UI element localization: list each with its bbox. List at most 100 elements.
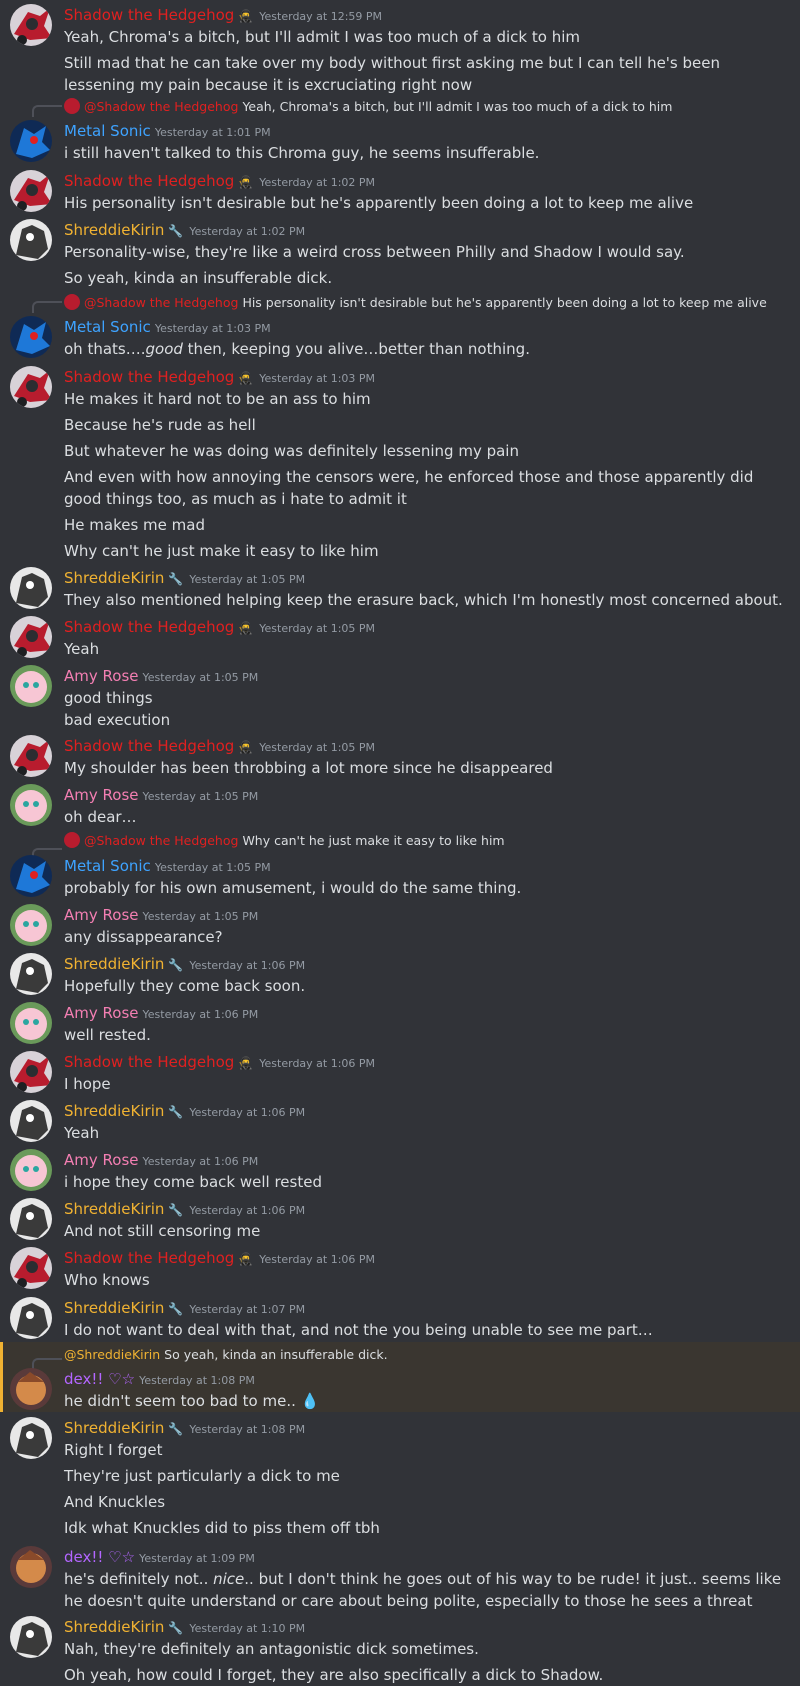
reply-mention[interactable]: @ShreddieKirin [64, 1347, 160, 1362]
reply-text: Why can't he just make it easy to like h… [242, 833, 505, 848]
username[interactable]: ShreddieKirin [64, 221, 164, 239]
timestamp: Yesterday at 1:02 PM [189, 225, 306, 238]
reply-avatar [64, 98, 80, 114]
avatar-amy[interactable] [10, 665, 52, 707]
username[interactable]: dex!! ♡☆ [64, 1370, 135, 1388]
avatar-shreddie[interactable] [10, 953, 52, 995]
avatar-metal-sonic[interactable] [10, 855, 52, 897]
avatar-shreddie[interactable] [10, 567, 52, 609]
reply-preview[interactable]: @Shadow the Hedgehog His personality isn'… [64, 294, 767, 312]
timestamp: Yesterday at 1:05 PM [259, 622, 376, 635]
reply-preview[interactable]: @ShreddieKirin So yeah, kinda an insuffer… [64, 1346, 388, 1364]
username[interactable]: Amy Rose [64, 786, 139, 804]
timestamp: Yesterday at 1:06 PM [259, 1057, 376, 1070]
timestamp: Yesterday at 1:05 PM [142, 910, 259, 923]
avatar-metal-sonic[interactable] [10, 120, 52, 162]
avatar-shadow[interactable] [10, 1247, 52, 1289]
timestamp: Yesterday at 1:03 PM [154, 322, 271, 335]
username[interactable]: Metal Sonic [64, 318, 151, 336]
message-text: Who knows [64, 1271, 150, 1289]
username[interactable]: ShreddieKirin [64, 1200, 164, 1218]
avatar-shadow[interactable] [10, 366, 52, 408]
avatar-amy[interactable] [10, 1002, 52, 1044]
avatar-shreddie[interactable] [10, 219, 52, 261]
avatar-shreddie[interactable] [10, 1417, 52, 1459]
timestamp: Yesterday at 1:06 PM [259, 1253, 376, 1266]
username[interactable]: Shadow the Hedgehog [64, 368, 234, 386]
username[interactable]: Shadow the Hedgehog [64, 1053, 234, 1071]
timestamp: Yesterday at 1:05 PM [142, 671, 259, 684]
avatar-dex[interactable] [10, 1546, 52, 1588]
timestamp: Yesterday at 1:08 PM [189, 1423, 306, 1436]
badge-face-icon: 🥷 [238, 1252, 254, 1266]
timestamp: Yesterday at 1:06 PM [142, 1008, 259, 1021]
timestamp: Yesterday at 1:03 PM [259, 372, 376, 385]
timestamp: Yesterday at 1:10 PM [189, 1622, 306, 1635]
username[interactable]: ShreddieKirin [64, 955, 164, 973]
avatar-dex[interactable] [10, 1368, 52, 1410]
message-text: Because he's rude as hell [64, 416, 256, 434]
avatar-amy[interactable] [10, 904, 52, 946]
username[interactable]: Metal Sonic [64, 122, 151, 140]
avatar-shadow[interactable] [10, 170, 52, 212]
avatar-shreddie[interactable] [10, 1100, 52, 1142]
badge-face-icon: 🥷 [238, 740, 254, 754]
username[interactable]: Metal Sonic [64, 857, 151, 875]
wrench-icon: 🔧 [168, 1621, 184, 1635]
reply-avatar [64, 832, 80, 848]
message-text: i still haven't talked to this Chroma gu… [64, 144, 540, 162]
username[interactable]: ShreddieKirin [64, 569, 164, 587]
username[interactable]: Amy Rose [64, 1151, 139, 1169]
avatar-shreddie[interactable] [10, 1616, 52, 1658]
avatar-shreddie[interactable] [10, 1297, 52, 1339]
avatar-shadow[interactable] [10, 735, 52, 777]
username[interactable]: Shadow the Hedgehog [64, 6, 234, 24]
username[interactable]: Shadow the Hedgehog [64, 618, 234, 636]
message-text: bad execution [64, 711, 171, 729]
badge-face-icon: 🥷 [238, 371, 254, 385]
message-text: Nah, they're definitely an antagonistic … [64, 1640, 479, 1658]
username[interactable]: Amy Rose [64, 906, 139, 924]
avatar-shadow[interactable] [10, 1051, 52, 1093]
username[interactable]: Shadow the Hedgehog [64, 737, 234, 755]
username[interactable]: ShreddieKirin [64, 1299, 164, 1317]
reply-preview[interactable]: @Shadow the Hedgehog Yeah, Chroma's a bit… [64, 98, 672, 116]
message-text: he didn't seem too bad to me.. 💧 [64, 1392, 320, 1410]
avatar-shadow[interactable] [10, 616, 52, 658]
username[interactable]: dex!! ♡☆ [64, 1548, 135, 1566]
timestamp: Yesterday at 1:05 PM [189, 573, 306, 586]
reply-mention[interactable]: @Shadow the Hedgehog [84, 295, 238, 310]
timestamp: Yesterday at 1:06 PM [189, 1204, 306, 1217]
avatar-shadow[interactable] [10, 4, 52, 46]
message-text: Yeah, Chroma's a bitch, but I'll admit I… [64, 28, 580, 46]
avatar-amy[interactable] [10, 784, 52, 826]
username[interactable]: ShreddieKirin [64, 1419, 164, 1437]
timestamp: Yesterday at 1:06 PM [189, 959, 306, 972]
reply-preview[interactable]: @Shadow the Hedgehog Why can't he just ma… [64, 832, 505, 850]
username[interactable]: Amy Rose [64, 1004, 139, 1022]
reply-text: His personality isn't desirable but he's… [242, 295, 767, 310]
message-text: Oh yeah, how could I forget, they are al… [64, 1666, 604, 1684]
message-text: Yeah [64, 640, 100, 658]
message-text: They're just particularly a dick to me [64, 1467, 340, 1485]
message-text: well rested. [64, 1026, 151, 1044]
avatar-shreddie[interactable] [10, 1198, 52, 1240]
timestamp: Yesterday at 1:01 PM [154, 126, 271, 139]
avatar-metal-sonic[interactable] [10, 316, 52, 358]
username[interactable]: ShreddieKirin [64, 1618, 164, 1636]
message-text: good things [64, 689, 153, 707]
username[interactable]: Shadow the Hedgehog [64, 172, 234, 190]
username[interactable]: Amy Rose [64, 667, 139, 685]
avatar-amy[interactable] [10, 1149, 52, 1191]
wrench-icon: 🔧 [168, 958, 184, 972]
badge-face-icon: 🥷 [238, 621, 254, 635]
reply-mention[interactable]: @Shadow the Hedgehog [84, 833, 238, 848]
timestamp: Yesterday at 1:06 PM [189, 1106, 306, 1119]
reply-mention[interactable]: @Shadow the Hedgehog [84, 99, 238, 114]
message-text: And even with how annoying the censors w… [64, 468, 754, 508]
timestamp: Yesterday at 1:05 PM [142, 790, 259, 803]
username[interactable]: ShreddieKirin [64, 1102, 164, 1120]
username[interactable]: Shadow the Hedgehog [64, 1249, 234, 1267]
wrench-icon: 🔧 [168, 572, 184, 586]
message-text: probably for his own amusement, i would … [64, 879, 522, 897]
